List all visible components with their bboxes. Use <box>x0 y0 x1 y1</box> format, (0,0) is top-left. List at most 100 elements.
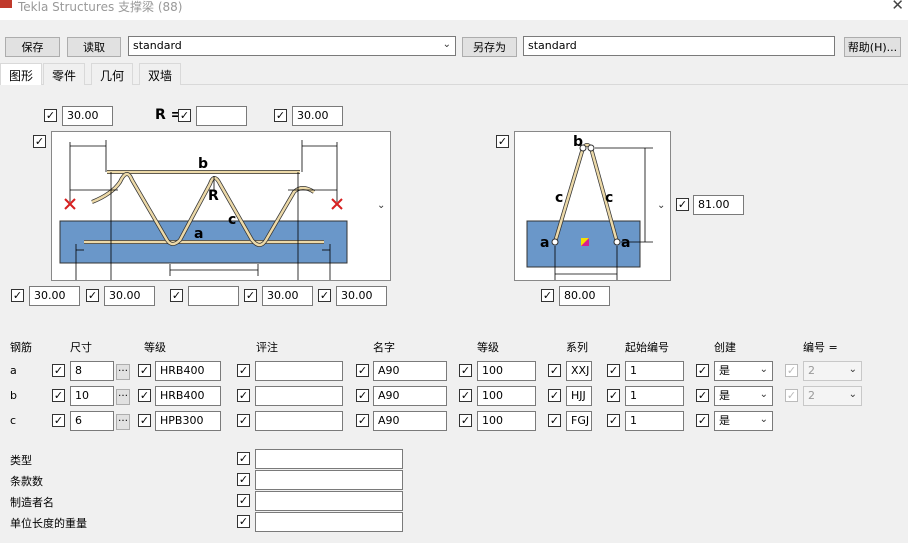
extra-weight-checkbox[interactable]: ✓ <box>237 515 250 528</box>
side-width-input[interactable]: 80.00 <box>559 286 610 306</box>
row-c-create-checkbox[interactable]: ✓ <box>696 414 709 427</box>
diagram-checkbox[interactable]: ✓ <box>33 135 46 148</box>
bottom-input-2[interactable]: 30.00 <box>104 286 155 306</box>
row-b-create-checkbox[interactable]: ✓ <box>696 389 709 402</box>
bottom-input-1[interactable]: 30.00 <box>29 286 80 306</box>
row-a-size-checkbox[interactable]: ✓ <box>52 364 65 377</box>
row-b-grade-input[interactable]: HRB400 <box>155 386 221 406</box>
side-height-input[interactable]: 81.00 <box>693 195 744 215</box>
bottom-input-5[interactable]: 30.00 <box>336 286 387 306</box>
save-as-input[interactable]: standard <box>523 36 835 56</box>
r-checkbox[interactable]: ✓ <box>178 109 191 122</box>
extra-weight-input[interactable] <box>255 512 403 532</box>
row-a-browse-button[interactable]: … <box>116 364 130 380</box>
row-b-start-input[interactable]: 1 <box>625 386 684 406</box>
side-height-checkbox[interactable]: ✓ <box>676 198 689 211</box>
bottom-checkbox-1[interactable]: ✓ <box>11 289 24 302</box>
tab-double-wall[interactable]: 双墙 <box>139 63 182 85</box>
row-c-name-input[interactable]: A90 <box>373 411 447 431</box>
close-icon[interactable]: ✕ <box>891 0 904 14</box>
top-left-input[interactable]: 30.00 <box>62 106 113 126</box>
bottom-checkbox-5[interactable]: ✓ <box>318 289 331 302</box>
row-b-comment-checkbox[interactable]: ✓ <box>237 389 250 402</box>
top-right-checkbox[interactable]: ✓ <box>274 109 287 122</box>
extra-type-checkbox[interactable]: ✓ <box>237 452 250 465</box>
row-c-start-checkbox[interactable]: ✓ <box>607 414 620 427</box>
extra-clauses-input[interactable] <box>255 470 403 490</box>
help-button[interactable]: 帮助(H)... <box>844 37 901 57</box>
extra-type-input[interactable] <box>255 449 403 469</box>
bottom-input-4[interactable]: 30.00 <box>262 286 313 306</box>
row-c-browse-button[interactable]: … <box>116 414 130 430</box>
row-c-name-checkbox[interactable]: ✓ <box>356 414 369 427</box>
bottom-input-3[interactable] <box>188 286 239 306</box>
row-a-name-input[interactable]: A90 <box>373 361 447 381</box>
top-right-input[interactable]: 30.00 <box>292 106 343 126</box>
row-b-browse-button[interactable]: … <box>116 389 130 405</box>
tab-graphics[interactable]: 图形 <box>0 63 43 86</box>
row-a-name-checkbox[interactable]: ✓ <box>356 364 369 377</box>
row-b-numbering-checkbox[interactable]: ✓ <box>785 389 798 402</box>
row-c-size-checkbox[interactable]: ✓ <box>52 414 65 427</box>
row-a-series-checkbox[interactable]: ✓ <box>548 364 561 377</box>
side-diagram-checkbox[interactable]: ✓ <box>496 135 509 148</box>
bottom-checkbox-4[interactable]: ✓ <box>244 289 257 302</box>
row-a-comment-checkbox[interactable]: ✓ <box>237 364 250 377</box>
extra-manufacturer-checkbox[interactable]: ✓ <box>237 494 250 507</box>
extra-manufacturer-input[interactable] <box>255 491 403 511</box>
tab-geometry[interactable]: 几何 <box>91 63 134 85</box>
row-c-comment-checkbox[interactable]: ✓ <box>237 414 250 427</box>
row-a-size-input[interactable]: 8 <box>70 361 114 381</box>
row-b-grade-checkbox[interactable]: ✓ <box>138 389 151 402</box>
row-c-series-input[interactable]: FGJ <box>566 411 592 431</box>
side-drawing: b c c a a <box>526 134 653 280</box>
row-a-grade-checkbox[interactable]: ✓ <box>138 364 151 377</box>
truss-drawing: b R c a <box>59 140 348 280</box>
row-b-series-checkbox[interactable]: ✓ <box>548 389 561 402</box>
row-a-series-input[interactable]: XXJ <box>566 361 592 381</box>
row-c-class-checkbox[interactable]: ✓ <box>459 414 472 427</box>
row-a-create-checkbox[interactable]: ✓ <box>696 364 709 377</box>
row-c-class-input[interactable]: 100 <box>477 411 536 431</box>
row-b-numbering-dropdown[interactable]: 2 ⌄ <box>803 386 862 406</box>
row-c-create-dropdown[interactable]: 是 ⌄ <box>714 411 773 431</box>
row-b-name-input[interactable]: A90 <box>373 386 447 406</box>
r-input[interactable] <box>196 106 247 126</box>
row-a-create-dropdown[interactable]: 是 ⌄ <box>714 361 773 381</box>
row-b-class-input[interactable]: 100 <box>477 386 536 406</box>
row-a-start-input[interactable]: 1 <box>625 361 684 381</box>
row-a-numbering-dropdown[interactable]: 2 ⌄ <box>803 361 862 381</box>
row-a-numbering-checkbox[interactable]: ✓ <box>785 364 798 377</box>
extra-clauses-checkbox[interactable]: ✓ <box>237 473 250 486</box>
row-a-grade-input[interactable]: HRB400 <box>155 361 221 381</box>
row-b-series-input[interactable]: HJJ <box>566 386 592 406</box>
row-b-class-checkbox[interactable]: ✓ <box>459 389 472 402</box>
row-c-grade-input[interactable]: HPB300 <box>155 411 221 431</box>
side-chevron-down-icon[interactable]: ⌄ <box>657 200 665 211</box>
bottom-checkbox-3[interactable]: ✓ <box>170 289 183 302</box>
row-a-start-checkbox[interactable]: ✓ <box>607 364 620 377</box>
row-b-size-input[interactable]: 10 <box>70 386 114 406</box>
chevron-down-icon[interactable]: ⌄ <box>377 200 385 211</box>
tab-parts[interactable]: 零件 <box>43 63 86 85</box>
row-c-start-input[interactable]: 1 <box>625 411 684 431</box>
save-as-button[interactable]: 另存为 <box>462 37 517 57</box>
side-width-checkbox[interactable]: ✓ <box>541 289 554 302</box>
row-a-class-input[interactable]: 100 <box>477 361 536 381</box>
row-b-start-checkbox[interactable]: ✓ <box>607 389 620 402</box>
row-b-comment-input[interactable] <box>255 386 343 406</box>
preset-dropdown[interactable]: standard ⌄ <box>128 36 456 56</box>
row-c-grade-checkbox[interactable]: ✓ <box>138 414 151 427</box>
load-button[interactable]: 读取 <box>67 37 121 57</box>
row-b-create-dropdown[interactable]: 是 ⌄ <box>714 386 773 406</box>
row-a-comment-input[interactable] <box>255 361 343 381</box>
top-left-checkbox[interactable]: ✓ <box>44 109 57 122</box>
row-c-comment-input[interactable] <box>255 411 343 431</box>
bottom-checkbox-2[interactable]: ✓ <box>86 289 99 302</box>
row-c-series-checkbox[interactable]: ✓ <box>548 414 561 427</box>
save-button[interactable]: 保存 <box>5 37 60 57</box>
row-a-class-checkbox[interactable]: ✓ <box>459 364 472 377</box>
row-b-size-checkbox[interactable]: ✓ <box>52 389 65 402</box>
row-b-name-checkbox[interactable]: ✓ <box>356 389 369 402</box>
row-c-size-input[interactable]: 6 <box>70 411 114 431</box>
